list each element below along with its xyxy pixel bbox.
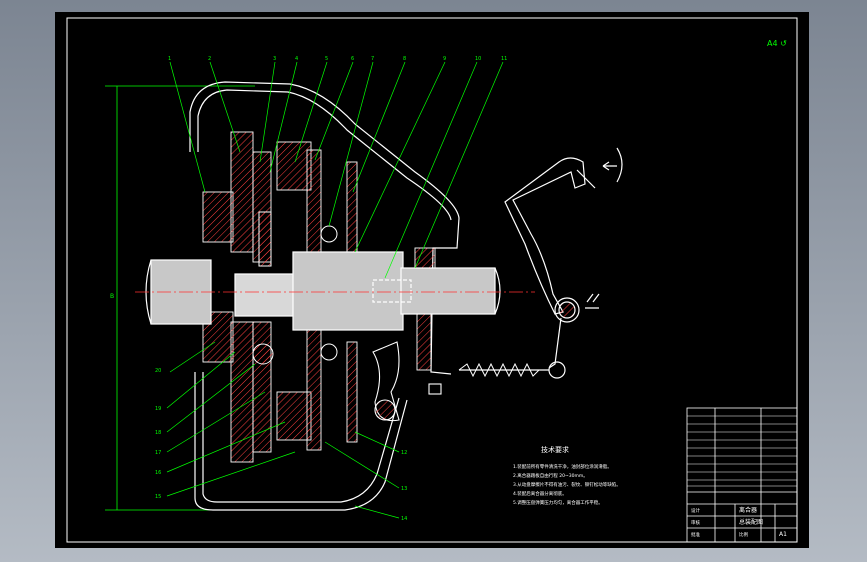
- part-number-labels-side: 20 19 18 17 16 15 12 13 14: [155, 368, 407, 522]
- tech-requirement-line: 5.调整压盘弹簧压力均匀，离合器工作平稳。: [513, 499, 603, 506]
- part-label: 20: [155, 368, 161, 374]
- part-label: 8: [403, 56, 406, 62]
- part-label: 10: [475, 56, 481, 62]
- part-label: 2: [208, 56, 211, 62]
- part-label: 13: [401, 486, 407, 492]
- tech-requirement-line: 2.离合器踏板自由行程 20~30mm。: [513, 472, 588, 479]
- part-number-labels: 1 2 3 4 5 6 7 8 9 10 11: [168, 56, 507, 62]
- tech-requirement-line: 1.装配前所有零件清洗干净，油封部位涂润滑脂。: [513, 463, 612, 470]
- corner-mark: A4 ↺: [767, 39, 787, 48]
- part-label: 18: [155, 430, 161, 436]
- part-label: 19: [155, 406, 161, 412]
- part-label: 17: [155, 450, 161, 456]
- direction-arrow: [602, 147, 623, 183]
- clutch-assembly-drawing: A4 ↺ B 1 2 3 4 5 6 7 8 9 10 11 20 19 18 …: [66, 17, 798, 543]
- drawing-name-subtitle: 总装配图: [739, 518, 763, 526]
- drawing-sheet: A4 ↺ B 1 2 3 4 5 6 7 8 9 10 11 20 19 18 …: [55, 12, 809, 548]
- part-label: 1: [168, 56, 171, 62]
- tech-requirement-line: 4.装配后离合器分离彻底。: [513, 490, 567, 497]
- part-label: 3: [273, 56, 276, 62]
- part-label: 7: [371, 56, 374, 62]
- tech-requirements-title: 技术要求: [541, 445, 569, 454]
- input-shaft: [145, 251, 501, 331]
- drawing-name: 离合器: [739, 506, 757, 514]
- parts-list-rows: [687, 415, 797, 487]
- part-label: 11: [501, 56, 507, 62]
- part-label: 4: [295, 56, 298, 62]
- title-block-label: 批准: [691, 531, 700, 538]
- tech-requirement-line: 3.从动盘摩擦片不得有油污、裂纹、铆钉松动等缺陷。: [513, 481, 621, 488]
- part-label: 16: [155, 470, 161, 476]
- part-label: 9: [443, 56, 446, 62]
- tech-requirements: 技术要求 1.装配前所有零件清洗干净，油封部位涂润滑脂。 2.离合器踏板自由行程…: [513, 445, 621, 506]
- part-label: 5: [325, 56, 328, 62]
- title-block-label: 审核: [691, 519, 700, 526]
- part-label: 14: [401, 516, 407, 522]
- title-block-label: 设计: [691, 507, 700, 514]
- sheet-size: A1: [779, 531, 787, 538]
- part-label: 12: [401, 450, 407, 456]
- part-label: 15: [155, 494, 161, 500]
- title-block-label: 比例: [739, 531, 748, 538]
- dimension-label: B: [110, 293, 114, 300]
- part-label: 6: [351, 56, 354, 62]
